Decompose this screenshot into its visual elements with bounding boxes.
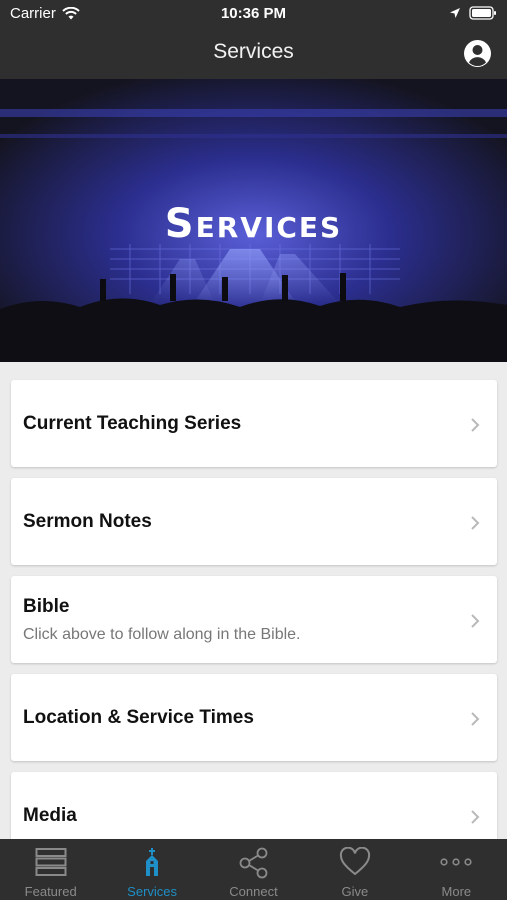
list-item-label: Bible (23, 596, 70, 617)
clock: 10:36 PM (220, 5, 287, 22)
church-icon (146, 848, 159, 876)
tab-services[interactable]: Services (101, 839, 202, 900)
chevron-right-icon (471, 712, 480, 726)
tab-label: Services (127, 884, 178, 899)
list-item-label: Sermon Notes (23, 511, 152, 532)
list-item-current-teaching-series[interactable]: Current Teaching Series (11, 380, 497, 467)
list-item-label: Current Teaching Series (23, 413, 242, 434)
list-item-label: Media (23, 805, 77, 826)
tab-label: Featured (24, 884, 77, 899)
tab-bar: Featured Services Connect Give More (0, 839, 507, 900)
status-bar: Carrier 10:36 PM (0, 0, 507, 28)
list-item-label: Location & Service Times (23, 707, 254, 728)
list-item-subtitle: Click above to follow along in the Bible… (23, 626, 301, 643)
heart-icon (339, 847, 370, 876)
tab-featured[interactable]: Featured (0, 839, 101, 900)
share-icon (239, 847, 267, 879)
more-icon (440, 858, 472, 866)
list-item-bible[interactable]: Bible Click above to follow along in the… (11, 576, 497, 663)
page-title: Services (213, 40, 294, 63)
navigation-bar: Services (0, 28, 507, 79)
hero-banner: Services (0, 79, 507, 362)
list-item-sermon-notes[interactable]: Sermon Notes (11, 478, 497, 565)
tab-give[interactable]: Give (304, 839, 405, 900)
battery-icon (469, 6, 496, 20)
hero-title: Services (164, 201, 343, 247)
tab-connect[interactable]: Connect (203, 839, 304, 900)
chevron-right-icon (471, 516, 480, 530)
tab-label: Connect (229, 884, 278, 899)
list-item-location-service-times[interactable]: Location & Service Times (11, 674, 497, 761)
chevron-right-icon (471, 614, 480, 628)
featured-icon (35, 848, 67, 876)
profile-icon[interactable] (463, 39, 492, 68)
chevron-right-icon (471, 418, 480, 432)
chevron-right-icon (471, 810, 480, 824)
tab-label: More (441, 884, 472, 899)
location-arrow-icon (450, 8, 460, 18)
tab-more[interactable]: More (406, 839, 507, 900)
tab-label: Give (341, 884, 369, 899)
